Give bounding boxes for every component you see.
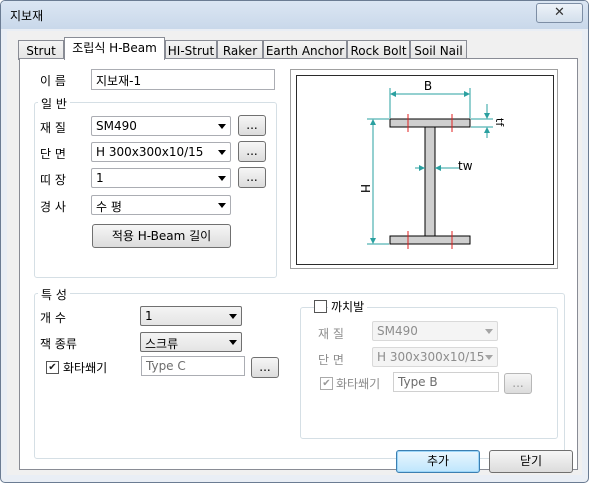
bracket-label: 까치발 <box>328 298 368 315</box>
bracket-section-value: H 300x300x10/15 <box>377 350 485 364</box>
chevron-down-icon <box>229 314 237 319</box>
wale-select[interactable]: 1 <box>91 168 231 188</box>
bracket-section-select[interactable]: H 300x300x10/15 <box>372 347 498 367</box>
jack-type-label: 잭 종류 <box>40 337 77 351</box>
count-value: 1 <box>145 309 153 323</box>
chevron-down-icon <box>218 203 226 208</box>
dim-tw-label: tw <box>458 159 473 173</box>
bracket-material-select[interactable]: SM490 <box>372 321 498 341</box>
close-dialog-button[interactable]: 닫기 <box>489 450 573 473</box>
jack-type-value: 스크류 <box>145 337 179 351</box>
bracket-wedge-type-input[interactable]: Type B <box>393 372 499 392</box>
wedge-checkbox[interactable]: ✔ <box>46 361 59 374</box>
chevron-down-icon <box>218 176 226 181</box>
dialog-window: 지보재 ✕ Strut 조립식 H-Beam HI-Strut Raker Ea… <box>0 0 589 483</box>
general-group-title: 일 반 <box>38 95 70 112</box>
bracket-material-label: 재 질 <box>318 327 344 341</box>
material-label: 재 질 <box>40 121 66 135</box>
tab-strut[interactable]: Strut <box>18 40 64 60</box>
name-label: 이 름 <box>40 74 66 88</box>
section-select[interactable]: H 300x300x10/15 <box>91 142 231 162</box>
add-button[interactable]: 추가 <box>396 450 480 473</box>
dim-tf-label: tf <box>493 118 506 127</box>
tab-rock-bolt[interactable]: Rock Bolt <box>347 40 410 60</box>
tab-label: Rock Bolt <box>350 44 407 58</box>
check-icon: ✔ <box>322 378 331 389</box>
tab-label: Strut <box>26 44 56 58</box>
chevron-down-icon <box>485 355 493 360</box>
wedge-browse-button[interactable]: ... <box>251 357 279 378</box>
close-button[interactable]: ✕ <box>536 3 583 23</box>
tab-h-beam[interactable]: 조립식 H-Beam <box>64 37 165 60</box>
wale-browse-button[interactable]: ... <box>238 167 266 188</box>
bottom-flange <box>389 235 471 245</box>
chevron-down-icon <box>218 124 226 129</box>
wale-value: 1 <box>96 171 104 185</box>
tab-earth-anchor[interactable]: Earth Anchor <box>263 40 347 60</box>
tab-label: HI-Strut <box>167 44 215 58</box>
bracket-section-label: 단 면 <box>318 353 344 367</box>
chevron-down-icon <box>229 340 237 345</box>
section-value: H 300x300x10/15 <box>96 145 204 159</box>
wale-label: 띠 장 <box>40 173 66 187</box>
h-beam-diagram: B H tw tf <box>290 69 558 269</box>
chevron-down-icon <box>218 150 226 155</box>
slope-value: 수 평 <box>96 200 122 214</box>
window-title: 지보재 <box>10 9 44 23</box>
slope-label: 경 사 <box>40 200 66 214</box>
check-icon: ✔ <box>48 362 57 373</box>
dim-h-label: H <box>358 184 372 193</box>
section-browse-button[interactable]: ... <box>238 141 266 162</box>
web <box>424 126 436 237</box>
tab-label: 조립식 H-Beam <box>72 41 157 55</box>
bracket-wedge-checkbox[interactable]: ✔ <box>320 377 333 390</box>
chevron-down-icon <box>485 329 493 334</box>
slope-select[interactable]: 수 평 <box>91 195 231 215</box>
close-icon: ✕ <box>554 5 565 20</box>
jack-type-select[interactable]: 스크류 <box>140 332 242 352</box>
tab-label: Soil Nail <box>414 44 463 58</box>
apply-h-beam-length-button[interactable]: 적용 H-Beam 길이 <box>92 224 231 248</box>
bracket-material-value: SM490 <box>377 324 418 338</box>
name-input[interactable]: 지보재-1 <box>91 69 275 90</box>
tab-raker[interactable]: Raker <box>217 40 263 60</box>
tab-soil-nail[interactable]: Soil Nail <box>410 40 467 60</box>
h-beam-section-drawing: B H tw tf <box>358 79 506 249</box>
tab-panel: 이 름 지보재-1 일 반 재 질 SM490 ... 단 면 H 300x30… <box>19 58 578 470</box>
section-label: 단 면 <box>40 147 66 161</box>
bracket-wedge-label: 화타쐐기 <box>336 377 381 391</box>
material-select[interactable]: SM490 <box>91 116 231 136</box>
tab-hi-strut[interactable]: HI-Strut <box>165 40 217 60</box>
diagram-canvas: B H tw tf <box>296 75 554 265</box>
tab-label: Earth Anchor <box>265 44 345 58</box>
material-browse-button[interactable]: ... <box>238 115 266 136</box>
count-label: 개 수 <box>40 311 66 325</box>
properties-group-title: 특 성 <box>38 286 70 303</box>
bracket-checkbox[interactable] <box>314 300 327 313</box>
bracket-wedge-browse-button[interactable]: ... <box>504 373 532 394</box>
dialog-client: Strut 조립식 H-Beam HI-Strut Raker Earth An… <box>7 31 582 475</box>
title-bar: 지보재 ✕ <box>1 1 588 29</box>
wedge-type-input[interactable]: Type C <box>141 356 245 376</box>
count-select[interactable]: 1 <box>140 306 242 326</box>
wedge-label: 화타쐐기 <box>63 361 108 375</box>
tab-label: Raker <box>222 44 258 58</box>
dim-b-label: B <box>424 79 432 93</box>
material-value: SM490 <box>96 119 137 133</box>
top-flange <box>389 118 471 128</box>
